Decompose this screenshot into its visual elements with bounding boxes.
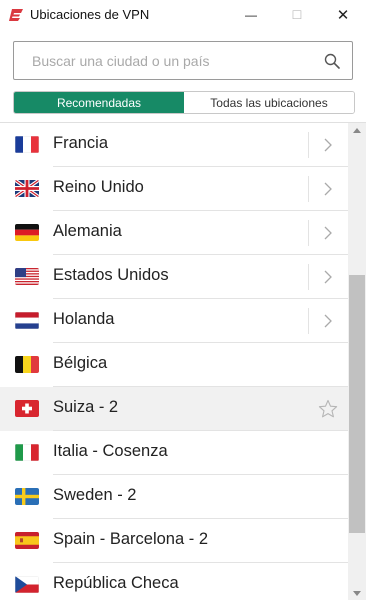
- row-separator: [308, 220, 309, 246]
- sweden-flag-icon: [15, 488, 39, 505]
- location-label: Francia: [53, 134, 109, 152]
- location-label: Sweden - 2: [53, 486, 137, 504]
- location-tabs: Recomendadas Todas las ubicaciones: [13, 91, 355, 114]
- chevron-right-icon[interactable]: [320, 137, 336, 153]
- minimize-button[interactable]: —: [228, 0, 274, 30]
- location-row-czech[interactable]: República Checa: [0, 563, 348, 600]
- location-row-sweden[interactable]: Sweden - 2: [0, 475, 348, 519]
- location-row-switzerland[interactable]: Suiza - 2: [0, 387, 348, 431]
- czech-flag-icon: [15, 576, 39, 593]
- search-box: [13, 41, 353, 80]
- location-label: Reino Unido: [53, 178, 144, 196]
- row-separator: [308, 308, 309, 334]
- search-icon[interactable]: [324, 53, 340, 69]
- scroll-down-icon: [353, 590, 361, 596]
- usa-flag-icon: [15, 268, 39, 285]
- close-icon: ✕: [336, 7, 350, 24]
- chevron-right-icon[interactable]: [320, 313, 336, 329]
- belgium-flag-icon: [15, 356, 39, 373]
- expressvpn-logo-icon: [9, 9, 23, 21]
- star-icon[interactable]: [318, 399, 338, 419]
- location-label: Holanda: [53, 310, 115, 328]
- row-separator: [308, 132, 309, 158]
- tab-all-locations[interactable]: Todas las ubicaciones: [184, 92, 354, 113]
- location-row-france[interactable]: Francia: [0, 123, 348, 167]
- spain-flag-icon: [15, 532, 39, 549]
- switzerland-flag-icon: [15, 400, 39, 417]
- germany-flag-icon: [15, 224, 39, 241]
- location-row-uk[interactable]: Reino Unido: [0, 167, 348, 211]
- location-label: Italia - Cosenza: [53, 442, 168, 460]
- location-row-usa[interactable]: Estados Unidos: [0, 255, 348, 299]
- scroll-down-button[interactable]: [348, 586, 366, 600]
- scrollbar-thumb[interactable]: [349, 275, 365, 533]
- location-row-germany[interactable]: Alemania: [0, 211, 348, 255]
- title-bar: Ubicaciones de VPN — ☐ ✕: [0, 0, 366, 30]
- window-title: Ubicaciones de VPN: [30, 7, 150, 22]
- scroll-up-button[interactable]: [348, 123, 366, 137]
- location-label: Suiza - 2: [53, 398, 119, 416]
- location-label: Bélgica: [53, 354, 108, 372]
- scroll-up-icon: [353, 127, 361, 133]
- netherlands-flag-icon: [15, 312, 39, 329]
- location-label: República Checa: [53, 574, 179, 592]
- location-row-netherlands[interactable]: Holanda: [0, 299, 348, 343]
- uk-flag-icon: [15, 180, 39, 197]
- chevron-right-icon[interactable]: [320, 225, 336, 241]
- location-row-spain[interactable]: Spain - Barcelona - 2: [0, 519, 348, 563]
- france-flag-icon: [15, 136, 39, 153]
- tab-recommended[interactable]: Recomendadas: [14, 92, 184, 113]
- minimize-icon: —: [245, 8, 257, 22]
- italy-flag-icon: [15, 444, 39, 461]
- row-separator: [308, 264, 309, 290]
- location-list: Francia Reino Unido Alemania Estados Uni…: [0, 123, 348, 600]
- chevron-right-icon[interactable]: [320, 269, 336, 285]
- row-separator: [308, 176, 309, 202]
- location-row-belgium[interactable]: Bélgica: [0, 343, 348, 387]
- chevron-right-icon[interactable]: [320, 181, 336, 197]
- location-label: Estados Unidos: [53, 266, 169, 284]
- maximize-icon: ☐: [291, 8, 303, 22]
- location-label: Alemania: [53, 222, 122, 240]
- location-row-italy[interactable]: Italia - Cosenza: [0, 431, 348, 475]
- maximize-button[interactable]: ☐: [274, 0, 320, 30]
- close-button[interactable]: ✕: [320, 0, 366, 30]
- search-input[interactable]: [14, 42, 314, 79]
- location-label: Spain - Barcelona - 2: [53, 530, 209, 548]
